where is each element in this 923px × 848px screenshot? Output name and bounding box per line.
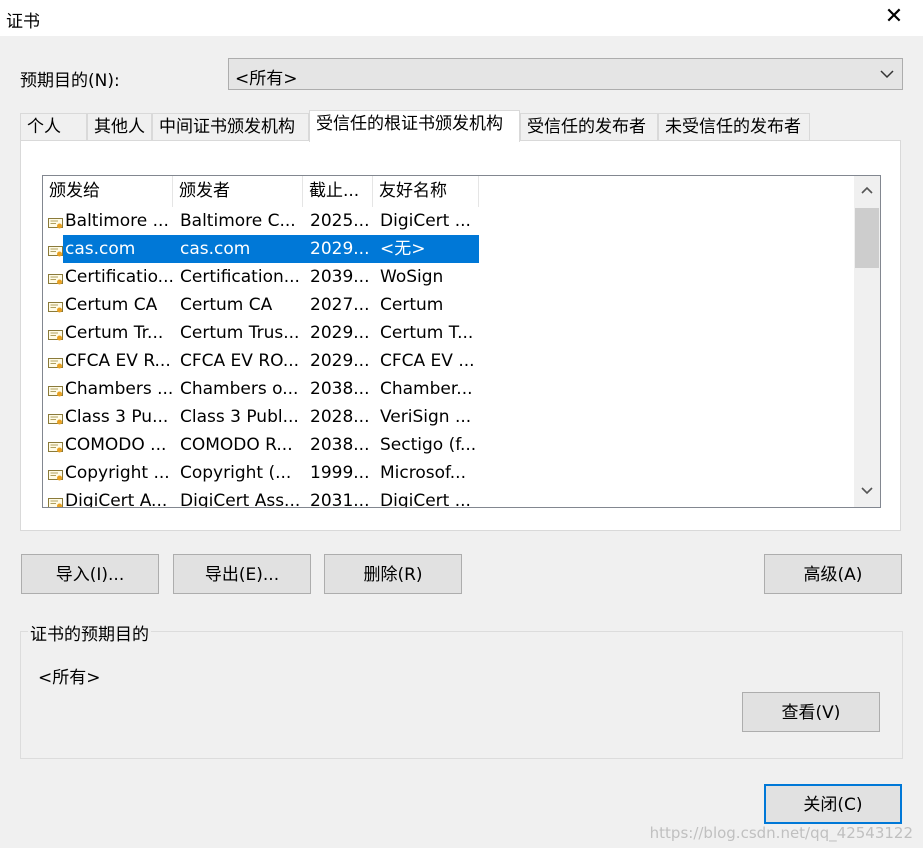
purpose-dropdown[interactable]: <所有> <box>228 58 903 90</box>
table-cell: DigiCert ... <box>380 491 471 508</box>
certificate-icon <box>48 243 63 257</box>
table-row[interactable]: cas.com cas.com 2029... <无> <box>43 235 855 263</box>
chevron-down-icon <box>880 63 894 89</box>
scroll-down-icon[interactable] <box>854 477 880 507</box>
tab-trusted-root-ca[interactable]: 受信任的根证书颁发机构 <box>309 110 520 142</box>
certificate-icon <box>48 383 63 397</box>
table-cell: DigiCert Ass... <box>180 491 301 508</box>
table-cell: CFCA EV R... <box>65 351 171 371</box>
watermark: https://blog.csdn.net/qq_42543122 <box>649 824 913 842</box>
table-cell: Certum <box>380 295 444 315</box>
tab-trusted-publishers[interactable]: 受信任的发布者 <box>520 113 658 141</box>
table-row[interactable]: Baltimore ... Baltimore C... 2025... DigiCe… <box>43 207 855 235</box>
advanced-button[interactable]: 高级(A) <box>764 554 902 594</box>
table-row[interactable]: Certificatio... Certification... 2039... Wo… <box>43 263 855 291</box>
import-button[interactable]: 导入(I)... <box>21 554 159 594</box>
table-cell: 2038... <box>310 435 370 455</box>
table-cell: Class 3 Publ... <box>180 407 299 427</box>
close-button[interactable]: 关闭(C) <box>764 784 902 824</box>
table-cell: Chambers o... <box>180 379 299 399</box>
table-cell: DigiCert ... <box>380 211 471 231</box>
column-issued-by[interactable]: 颁发者 <box>173 176 303 207</box>
table-cell: 2039... <box>310 267 370 287</box>
table-cell: DigiCert A... <box>65 491 168 508</box>
table-row[interactable]: CFCA EV R... CFCA EV RO... 2029... CFCA EV … <box>43 347 855 375</box>
certificate-icon <box>48 271 63 285</box>
vertical-scrollbar[interactable] <box>854 176 880 507</box>
scrollbar-thumb[interactable] <box>855 208 879 268</box>
table-row[interactable]: Certum Tr... Certum Trus... 2029... Certum … <box>43 319 855 347</box>
scroll-up-icon[interactable] <box>854 176 880 206</box>
table-cell: CFCA EV RO... <box>180 351 300 371</box>
table-cell: WoSign <box>380 267 444 287</box>
table-cell: COMODO ... <box>65 435 167 455</box>
column-expiration[interactable]: 截止... <box>303 176 373 207</box>
certificate-icon <box>48 495 63 507</box>
purpose-dropdown-value: <所有> <box>235 69 298 89</box>
table-cell: VeriSign ... <box>380 407 472 427</box>
purposes-value: <所有> <box>38 668 101 688</box>
table-cell: COMODO R... <box>180 435 293 455</box>
close-icon[interactable]: ✕ <box>879 2 909 32</box>
table-row[interactable]: Certum CA Certum CA 2027... Certum <box>43 291 855 319</box>
table-cell: Chamber... <box>380 379 473 399</box>
delete-button[interactable]: 删除(R) <box>324 554 462 594</box>
table-cell: Copyright (... <box>180 463 292 483</box>
table-cell: Class 3 Pu... <box>65 407 169 427</box>
table-cell: Certum Trus... <box>180 323 300 343</box>
table-cell: Baltimore C... <box>180 211 296 231</box>
table-cell: <无> <box>380 239 426 259</box>
title-bar: 证书 ✕ <box>0 0 923 36</box>
table-cell: Certum T... <box>380 323 474 343</box>
certificate-icon <box>48 439 63 453</box>
table-cell: 2038... <box>310 379 370 399</box>
export-button[interactable]: 导出(E)... <box>173 554 311 594</box>
certificate-icon <box>48 411 63 425</box>
tab-intermediate-ca[interactable]: 中间证书颁发机构 <box>152 113 309 141</box>
table-row[interactable]: Copyright ... Copyright (... 1999... Micros… <box>43 459 855 487</box>
table-cell: 2029... <box>310 323 370 343</box>
certificate-icon <box>48 299 63 313</box>
table-cell: cas.com <box>180 239 251 259</box>
purposes-group-title: 证书的预期目的 <box>28 620 151 645</box>
table-cell: CFCA EV ... <box>380 351 475 371</box>
certificate-icon <box>48 467 63 481</box>
certificate-icon <box>48 327 63 341</box>
table-cell: 2029... <box>310 239 370 259</box>
table-row[interactable]: Class 3 Pu... Class 3 Publ... 2028... VeriS… <box>43 403 855 431</box>
view-button[interactable]: 查看(V) <box>742 692 880 732</box>
list-header: 颁发给 颁发者 截止... 友好名称 <box>43 176 855 207</box>
table-cell: Baltimore ... <box>65 211 169 231</box>
column-issued-to[interactable]: 颁发给 <box>43 176 173 207</box>
table-cell: Certification... <box>180 267 300 287</box>
table-cell: 1999... <box>310 463 370 483</box>
tab-personal[interactable]: 个人 <box>20 113 87 141</box>
list-rows: Baltimore ... Baltimore C... 2025... DigiCe… <box>43 207 855 508</box>
table-cell: 2028... <box>310 407 370 427</box>
table-cell: 2029... <box>310 351 370 371</box>
tab-other-people[interactable]: 其他人 <box>87 113 152 141</box>
table-cell: Sectigo (f... <box>380 435 477 455</box>
table-cell: 2025... <box>310 211 370 231</box>
table-cell: Certum Tr... <box>65 323 164 343</box>
table-cell: Copyright ... <box>65 463 170 483</box>
tab-untrusted-publishers[interactable]: 未受信任的发布者 <box>658 113 810 141</box>
table-cell: cas.com <box>65 239 136 259</box>
purpose-label: 预期目的(N): <box>20 71 120 91</box>
table-cell: Microsof... <box>380 463 466 483</box>
table-cell: 2031... <box>310 491 370 508</box>
certificate-list[interactable]: 颁发给 颁发者 截止... 友好名称 Baltimore ... Baltimor… <box>42 175 881 508</box>
table-cell: Certum CA <box>65 295 158 315</box>
certificate-icon <box>48 215 63 229</box>
table-row[interactable]: Chambers ... Chambers o... 2038... Chamber.… <box>43 375 855 403</box>
certificate-icon <box>48 355 63 369</box>
column-friendly-name[interactable]: 友好名称 <box>373 176 479 207</box>
table-cell: 2027... <box>310 295 370 315</box>
table-cell: Certum CA <box>180 295 273 315</box>
table-cell: Certificatio... <box>65 267 173 287</box>
table-row[interactable]: COMODO ... COMODO R... 2038... Sectigo (f..… <box>43 431 855 459</box>
table-cell: Chambers ... <box>65 379 173 399</box>
table-row[interactable]: DigiCert A... DigiCert Ass... 2031... DigiC… <box>43 487 855 508</box>
window-title: 证书 <box>6 12 40 32</box>
